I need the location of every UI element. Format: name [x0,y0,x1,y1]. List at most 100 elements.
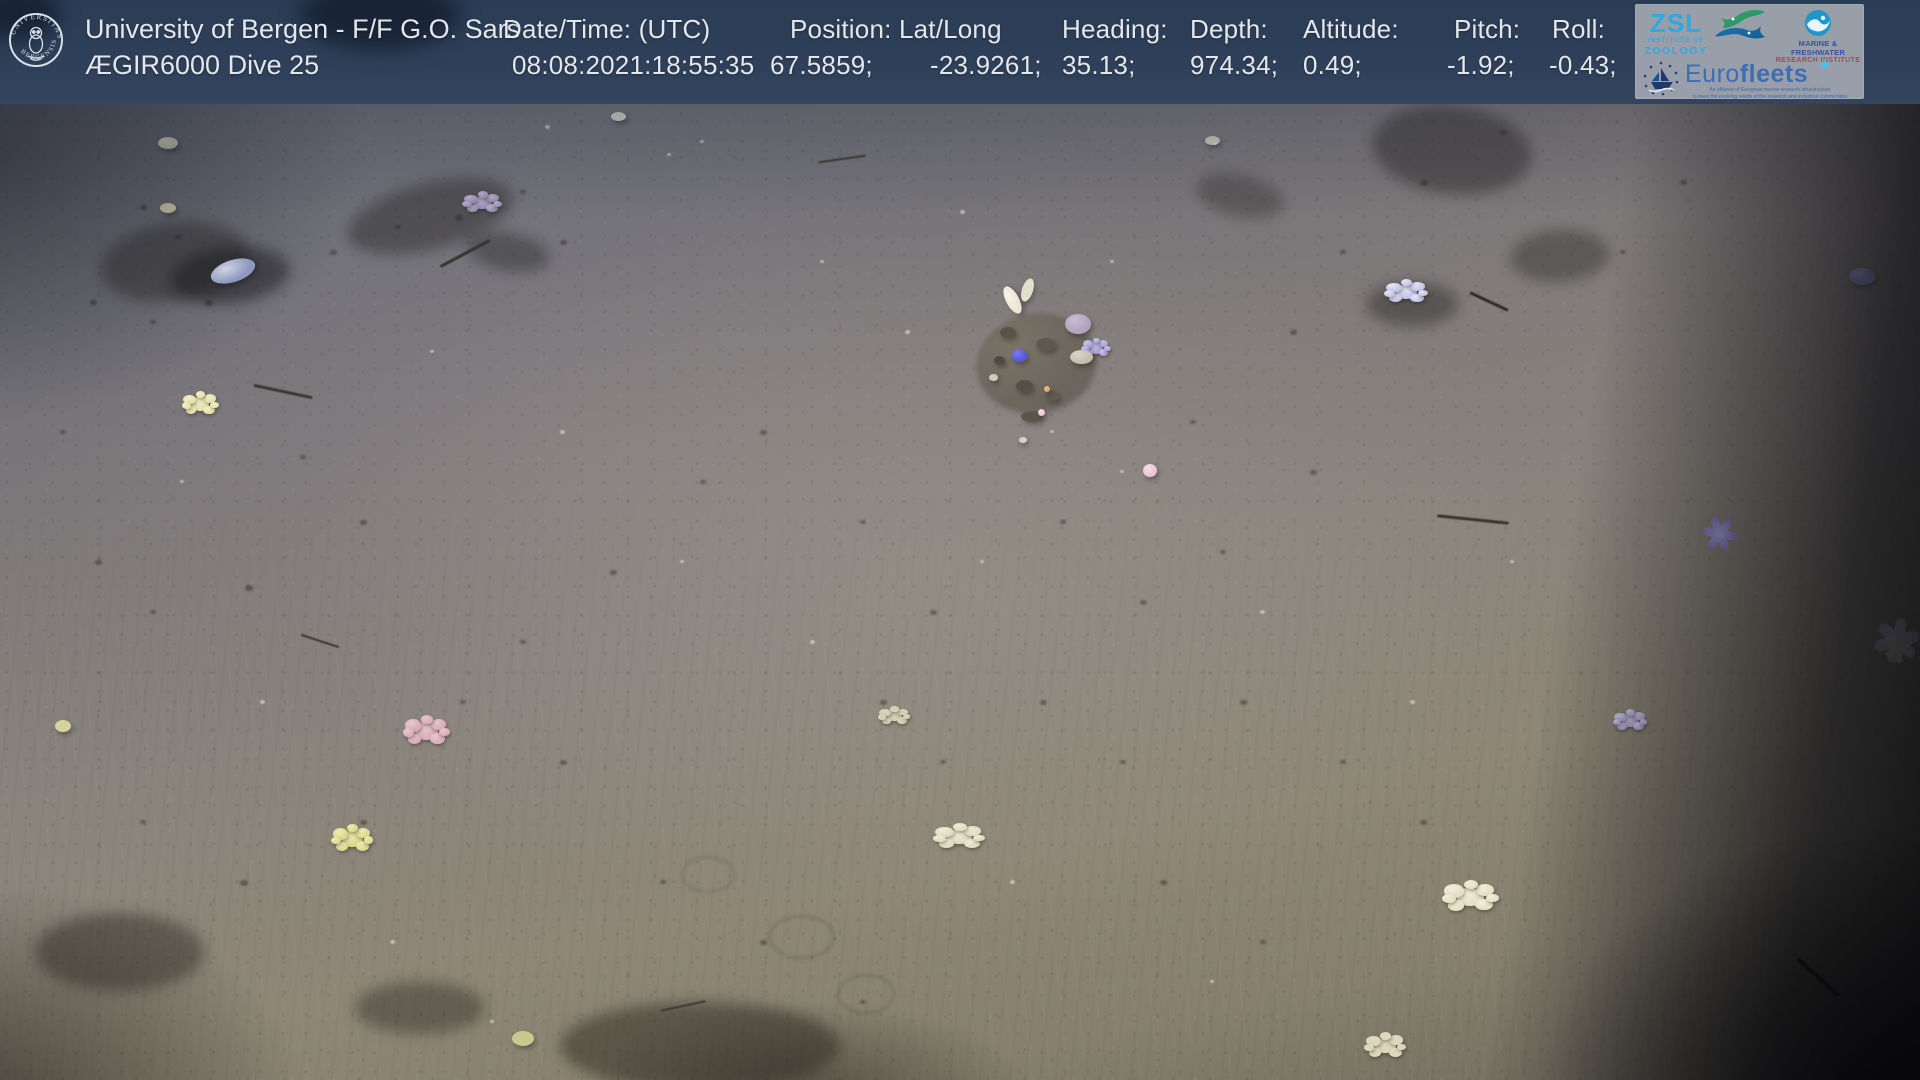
mfri-circle-icon [1803,8,1833,38]
sediment-speck [940,760,946,764]
sediment-speck [1420,820,1427,825]
light-speck [545,125,550,129]
sediment-speck [1140,600,1147,605]
light-speck [960,210,965,214]
sediment-speck [300,455,306,459]
purple-organism [466,193,498,213]
violet-organism [1849,268,1876,285]
light-speck [1410,700,1415,704]
sediment-speck [455,215,463,221]
pink-organism [1143,464,1157,477]
logo-panel: ZSL INSTITUTE OF ZOOLOGY [1635,4,1864,99]
sediment-speck [150,320,156,324]
eurofleets-logo: Eurofleets + An alliance of European mar… [1641,60,1859,98]
yellow-star-sponge [335,826,369,852]
shell-fragment [1019,437,1027,443]
yellow-sponge [185,393,215,415]
sediment-speck [1420,180,1428,186]
sediment-speck [1240,700,1247,705]
light-speck [430,350,434,353]
zsl-sub2: ZOOLOGY [1643,46,1709,57]
eurofleets-plus: + [1819,54,1831,77]
sediment-speck [700,480,706,484]
mauve-anemone [1065,314,1091,334]
anemone-stalk [1018,277,1036,303]
sediment-speck [1340,760,1346,764]
vessel-title: University of Bergen - F/F G.O. Sars [85,14,520,45]
sediment-speck [460,700,466,704]
sediment-speck [1290,330,1297,335]
stick-debris [301,634,340,648]
stick-debris [1437,514,1509,525]
sediment-speck [560,240,567,245]
eurofleets-wordmark: Eurofleets [1685,60,1808,89]
mfri-fish-icon [1709,6,1771,63]
roll-label: Roll: [1552,14,1605,45]
depth-value: 974.34; [1190,50,1278,81]
altitude-value: 0.49; [1303,50,1362,81]
light-speck [1210,980,1214,983]
sediment-speck [1040,700,1047,705]
latitude-value: 67.5859; [770,50,873,81]
dark-sediment-patch [560,1002,840,1080]
dark-sediment-patch [1508,227,1611,286]
light-speck [260,700,265,704]
sediment-speck [90,300,97,305]
datetime-label: Date/Time: (UTC) [503,14,710,45]
sediment-speck [1060,520,1066,524]
datetime-value: 08:08:2021:18:55:35 [512,50,754,81]
altitude-label: Altitude: [1303,14,1399,45]
sediment-speck [95,560,102,565]
light-speck [390,940,395,944]
light-speck [1510,560,1514,563]
dark-sediment-patch [35,913,205,991]
sediment-speck [610,570,617,575]
light-speck [180,480,184,483]
light-speck [1110,260,1114,263]
gray-blob [1070,350,1093,364]
blue-organism [1012,349,1027,362]
dark-sediment-patch [1368,98,1536,202]
mound-debris [1046,391,1059,401]
violet-tuft [1616,711,1644,731]
cream-sponge [1447,882,1493,912]
light-speck [490,1020,494,1023]
mound-debris [1016,380,1033,392]
pitch-value: -1.92; [1447,50,1515,81]
telemetry-overlay-bar: UNIVERSITAS BERGENSIS University of Berg… [0,0,1920,104]
heading-value: 35.13; [1062,50,1136,81]
cream-sponge [1368,1034,1402,1058]
seal-top-text: UNIVERSITAS [9,13,64,40]
sediment-speck [520,640,526,644]
cream-fragment [1205,136,1220,145]
light-speck [560,430,565,434]
sediment-speck [760,940,767,945]
sediment-speck [360,820,367,825]
blue-anemone [1701,518,1739,550]
light-speck [1050,430,1054,433]
dark-sediment-patch [355,982,485,1034]
seafloor-features [0,0,1920,1080]
light-speck [680,560,684,563]
light-speck [1213,142,1217,145]
dive-title: ÆGIR6000 Dive 25 [85,50,319,81]
sediment-speck [930,610,937,615]
pink-sponge [407,717,445,745]
mfri-logo: MARINE & FRESHWATER RESEARCH INSTITUTE [1773,8,1863,65]
cream-sponge [938,825,980,849]
sediment-speck [140,820,146,824]
light-speck [700,140,704,143]
light-speck [1120,470,1124,473]
stick-debris [253,384,312,399]
zsl-sub1: INSTITUTE OF [1643,38,1709,45]
sediment-speck [520,190,526,194]
mound-debris [1000,327,1016,338]
mound-debris [1036,338,1056,351]
sediment-speck [360,520,367,525]
zsl-title: ZSL [1643,10,1709,36]
sediment-speck [1160,880,1167,885]
dark-sediment-patch [463,226,552,278]
sediment-speck [140,205,147,210]
light-speck [1010,880,1015,884]
sediment-speck [1260,940,1266,944]
